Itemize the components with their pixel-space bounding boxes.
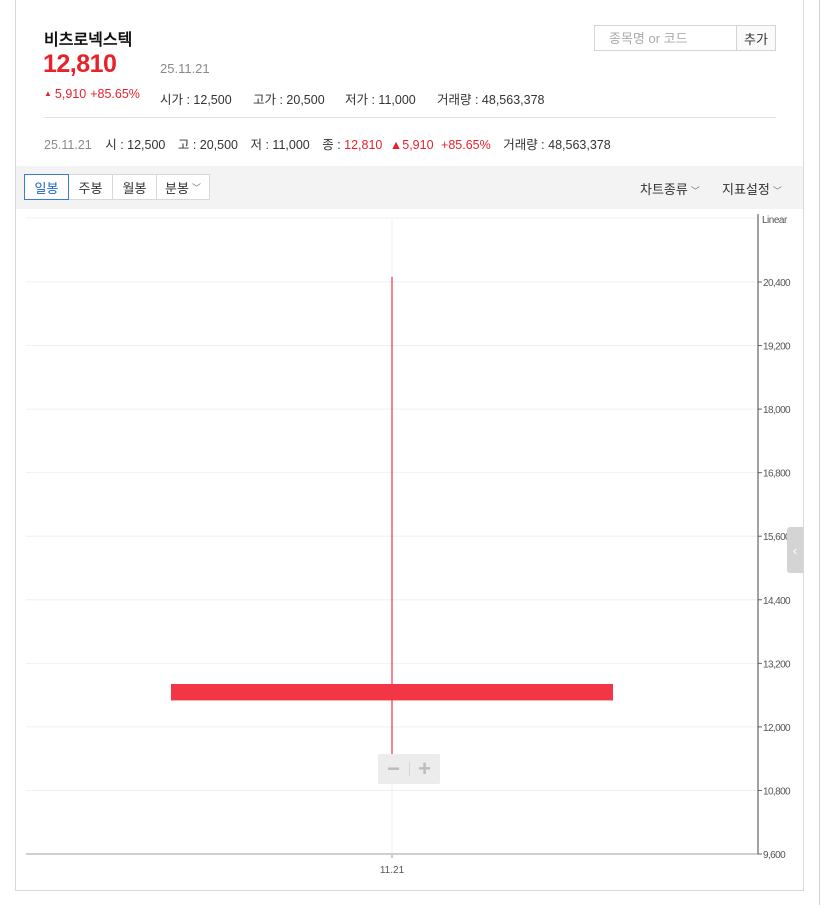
price-change: ▲ 5,910 +85.65% bbox=[44, 87, 140, 101]
zoom-separator bbox=[409, 762, 410, 776]
tab-weekly[interactable]: 주봉 bbox=[69, 174, 113, 200]
change-rate: +85.65% bbox=[90, 87, 140, 101]
tab-monthly-label: 월봉 bbox=[122, 180, 147, 196]
y-tick-label: 10,800 bbox=[763, 786, 791, 797]
tab-minute[interactable]: 분봉 ﹀ bbox=[157, 174, 210, 200]
change-amount: 5,910 bbox=[54, 87, 87, 101]
ohlc-close-value: 12,810 bbox=[344, 138, 383, 152]
summary-volume: 거래량 : 48,563,378 bbox=[437, 93, 545, 107]
scale-label: Linear bbox=[762, 215, 788, 226]
ohlc-info-row: 25.11.21 시 : 12,500 고 : 20,500 저 : 11,00… bbox=[44, 134, 611, 153]
tab-minute-label: 분봉 bbox=[165, 180, 189, 196]
ohlc-change-rate: +85.65% bbox=[441, 138, 491, 152]
summary-low: 저가 : 11,000 bbox=[345, 93, 416, 107]
summary-high: 고가 : 20,500 bbox=[253, 93, 325, 107]
chevron-down-icon: ﹀ bbox=[191, 182, 201, 193]
chart-type-label: 차트종류 bbox=[640, 182, 688, 197]
tab-weekly-label: 주봉 bbox=[78, 180, 103, 196]
ohlc-date: 25.11.21 bbox=[44, 138, 92, 152]
tab-daily-label: 일봉 bbox=[34, 180, 59, 196]
page-scrollbar[interactable] bbox=[819, 0, 820, 905]
chart-type-menu[interactable]: 차트종류 ﹀ bbox=[640, 179, 700, 198]
stock-name: 비츠로넥스텍 bbox=[44, 32, 133, 49]
indicator-settings-menu[interactable]: 지표설정 ﹀ bbox=[722, 179, 782, 198]
y-tick-label: 19,200 bbox=[763, 342, 791, 353]
ohlc-close-label: 종 : bbox=[322, 138, 341, 152]
current-price: 12,810 bbox=[43, 50, 117, 78]
y-tick-label: 20,400 bbox=[763, 278, 791, 289]
candle-body[interactable] bbox=[171, 683, 613, 701]
y-tick-label: 12,000 bbox=[763, 723, 791, 734]
price-date: 25.11.21 bbox=[160, 61, 210, 76]
y-tick-label: 14,400 bbox=[763, 596, 791, 607]
ohlc-change: 5,910 bbox=[402, 138, 434, 152]
ohlc-volume: 거래량 : 48,563,378 bbox=[503, 138, 611, 152]
y-tick-label: 9,600 bbox=[763, 850, 786, 861]
period-tabs: 일봉 주봉 월봉 분봉 ﹀ bbox=[24, 174, 210, 200]
chart-toolbar: 일봉 주봉 월봉 분봉 ﹀ 차트종류 ﹀ 지표설정 ﹀ bbox=[16, 166, 803, 209]
y-tick-label: 18,000 bbox=[763, 405, 791, 416]
triangle-up-icon: ▲ bbox=[389, 138, 403, 152]
y-tick-label: 16,800 bbox=[763, 469, 791, 480]
chevron-down-icon: ﹀ bbox=[690, 186, 700, 196]
tab-monthly[interactable]: 월봉 bbox=[113, 174, 157, 200]
ohlc-low: 저 : 11,000 bbox=[250, 138, 310, 152]
y-tick-label: 13,200 bbox=[763, 659, 791, 670]
stock-search-input[interactable] bbox=[595, 26, 736, 50]
zoom-in-icon[interactable]: + bbox=[409, 754, 440, 784]
zoom-controls: − + bbox=[378, 754, 440, 784]
summary-open: 시가 : 12,500 bbox=[160, 93, 232, 107]
x-tick-label: 11.21 bbox=[380, 865, 405, 876]
chevron-left-icon: ‹ bbox=[792, 542, 798, 558]
indicator-settings-label: 지표설정 bbox=[722, 182, 770, 197]
triangle-up-icon: ▲ bbox=[44, 89, 52, 98]
panel-collapse-tab[interactable]: ‹ bbox=[787, 527, 803, 573]
header-divider bbox=[44, 117, 776, 118]
ohlc-high: 고 : 20,500 bbox=[177, 138, 239, 152]
chevron-down-icon: ﹀ bbox=[772, 186, 782, 196]
stock-search-box bbox=[594, 25, 737, 51]
tab-daily[interactable]: 일봉 bbox=[24, 174, 69, 200]
add-stock-button[interactable]: 추가 bbox=[736, 25, 776, 51]
ohlc-open: 시 : 12,500 bbox=[105, 138, 166, 152]
zoom-out-icon[interactable]: − bbox=[378, 754, 409, 784]
